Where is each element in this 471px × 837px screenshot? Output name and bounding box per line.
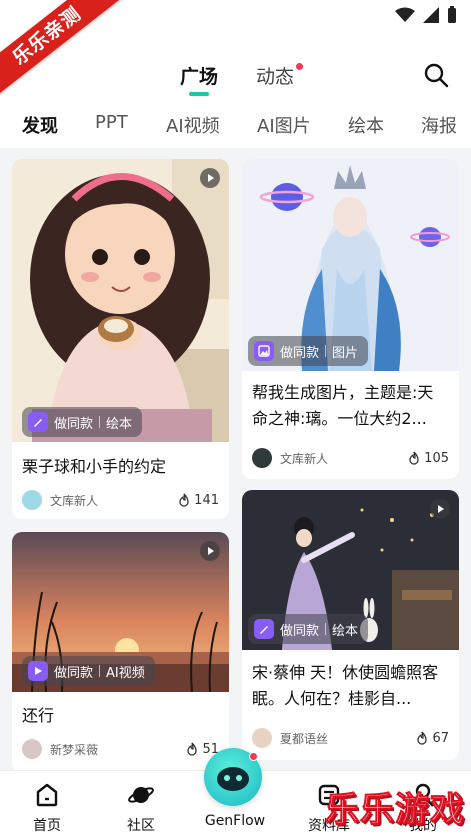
video-play-icon xyxy=(28,661,48,681)
tag-action: 做同款 xyxy=(280,345,320,361)
post-title: 栗子球和小手的约定 xyxy=(22,457,167,476)
likes-count: 105 xyxy=(424,450,449,466)
play-icon xyxy=(430,499,450,519)
feed-badge-dot xyxy=(296,63,303,70)
tag-divider xyxy=(325,623,327,635)
author-name[interactable]: 文库新人 xyxy=(50,492,98,509)
post-image xyxy=(12,159,229,442)
category-ai-video[interactable]: AI视频 xyxy=(166,112,220,138)
author-name[interactable]: 文库新人 xyxy=(280,450,328,467)
flame-icon xyxy=(179,493,189,507)
make-same-tag[interactable]: 做同款 图片 xyxy=(248,336,369,366)
avatar[interactable] xyxy=(22,739,42,759)
category-poster[interactable]: 海报 xyxy=(421,112,457,138)
likes[interactable]: 105 xyxy=(408,451,449,466)
tag-divider xyxy=(99,665,101,677)
author-name[interactable]: 夏都语丝 xyxy=(280,730,328,747)
search-icon[interactable] xyxy=(423,62,449,88)
planet-icon xyxy=(128,787,154,803)
brush-icon xyxy=(28,412,48,432)
category-ppt[interactable]: PPT xyxy=(95,112,128,133)
category-discover[interactable]: 发现 xyxy=(22,112,58,138)
nav-home[interactable]: 首页 xyxy=(12,777,82,835)
signal-icon xyxy=(423,7,439,23)
avatar[interactable] xyxy=(22,490,42,510)
genflow-badge-dot xyxy=(249,752,258,761)
post-meta: 夏都语丝 67 xyxy=(252,727,449,749)
tag-divider xyxy=(325,345,327,357)
tag-divider xyxy=(99,416,101,428)
play-icon xyxy=(200,168,220,188)
flame-icon xyxy=(409,451,419,465)
post-card[interactable]: 做同款 绘本 宋·蔡伸 天！休使圆蟾照客眠。人何在？桂影自... 夏都语丝 67 xyxy=(242,490,459,760)
likes-count: 141 xyxy=(194,492,219,508)
tab-square[interactable]: 广场 xyxy=(180,62,218,89)
tag-action: 做同款 xyxy=(54,665,94,681)
top-header: 乐乐亲测 广场 动态 发现 PPT AI视频 AI图片 绘本 海报 xyxy=(0,0,471,148)
category-tabs: 发现 PPT AI视频 AI图片 绘本 海报 xyxy=(0,110,471,140)
make-same-tag[interactable]: 做同款 绘本 xyxy=(22,407,143,437)
tag-type: 绘本 xyxy=(332,623,359,639)
wifi-icon xyxy=(395,7,415,22)
likes-count: 67 xyxy=(432,730,449,746)
system-icons xyxy=(395,6,457,24)
image-icon xyxy=(254,341,274,361)
nav-community[interactable]: 社区 xyxy=(106,777,176,835)
post-card[interactable]: 做同款 AI视频 还行 新梦采薇 51 xyxy=(12,532,229,772)
nav-label: 社区 xyxy=(127,818,155,834)
make-same-tag[interactable]: 做同款 绘本 xyxy=(248,614,369,644)
nav-label: GenFlow xyxy=(204,813,266,829)
post-card[interactable]: 做同款 绘本 栗子球和小手的约定 文库新人 141 xyxy=(12,159,229,519)
home-icon xyxy=(36,783,58,807)
post-card[interactable]: 做同款 图片 帮我生成图片，主题是:天命之神:璃。一位大约2... 文库新人 1… xyxy=(242,159,459,479)
brush-icon xyxy=(254,619,274,639)
tag-type: 绘本 xyxy=(106,416,133,432)
top-tabs: 广场 动态 xyxy=(0,60,471,100)
tag-type: AI视频 xyxy=(106,665,145,681)
category-picture-book[interactable]: 绘本 xyxy=(348,112,384,138)
author-name[interactable]: 新梦采薇 xyxy=(50,741,98,758)
flame-icon xyxy=(187,742,198,756)
post-meta: 文库新人 105 xyxy=(252,447,449,469)
post-title: 宋·蔡伸 天！休使圆蟾照客眠。人何在？桂影自... xyxy=(252,663,439,708)
post-meta: 文库新人 141 xyxy=(22,489,219,511)
post-title: 还行 xyxy=(22,706,55,725)
make-same-tag[interactable]: 做同款 AI视频 xyxy=(22,656,155,686)
likes[interactable]: 141 xyxy=(178,493,219,508)
likes[interactable]: 67 xyxy=(416,731,449,746)
category-ai-image[interactable]: AI图片 xyxy=(257,112,311,138)
tag-type: 图片 xyxy=(332,345,359,361)
flame-icon xyxy=(417,731,428,745)
tag-action: 做同款 xyxy=(280,623,320,639)
post-title: 帮我生成图片，主题是:天命之神:璃。一位大约2... xyxy=(252,383,434,428)
watermark-site: 乐乐游戏 xyxy=(325,790,465,831)
nav-genflow[interactable]: GenFlow xyxy=(200,813,270,829)
post-meta: 新梦采薇 51 xyxy=(22,738,219,760)
tab-feed[interactable]: 动态 xyxy=(256,62,294,89)
active-tab-indicator xyxy=(189,92,209,96)
play-icon xyxy=(200,541,220,561)
avatar[interactable] xyxy=(252,448,272,468)
avatar[interactable] xyxy=(252,728,272,748)
tag-action: 做同款 xyxy=(54,416,94,432)
nav-label: 首页 xyxy=(33,818,61,834)
battery-icon xyxy=(448,6,456,23)
